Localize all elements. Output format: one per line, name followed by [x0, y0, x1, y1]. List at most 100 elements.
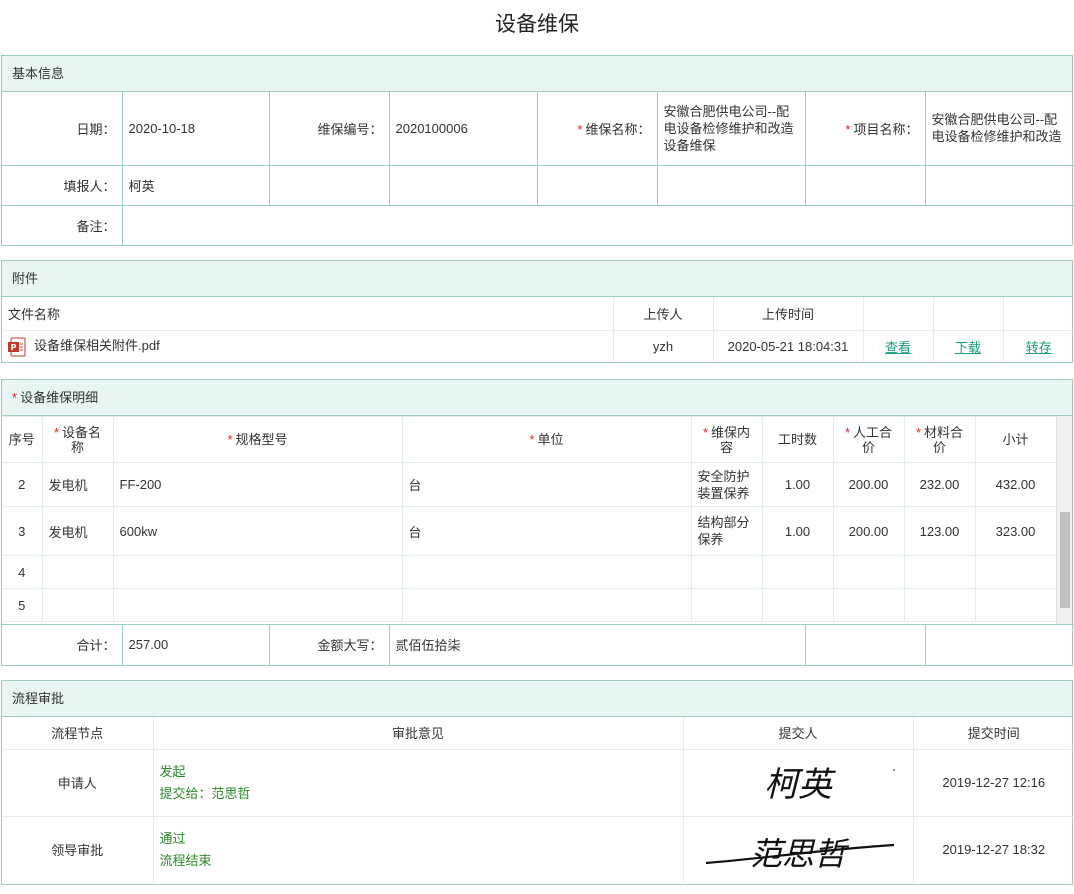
- details-header: 设备维保明细: [20, 390, 99, 405]
- attachment-file-name: 设备维保相关附件.pdf: [34, 338, 160, 354]
- col-submit-time: 提交时间: [912, 717, 1074, 750]
- signature-text: 柯英: [764, 765, 836, 805]
- table-row: 4: [2, 555, 1057, 589]
- details-table: 序号 * 设备名称 * 规格型号 * 单位 * 维保内容 工时数 * 人工合价 * 材料合价…: [2, 416, 1057, 622]
- pdf-file-icon: P: [8, 337, 26, 357]
- details-panel: * 设备维保明细 序号 * 设备名称 * 规格型号 * 单位 * 维保内容 工时数 * 人工…: [1, 379, 1074, 666]
- flow-header: 流程审批: [2, 681, 1072, 717]
- flow-opinion-line1: 通过: [159, 830, 186, 846]
- required-mark: *: [577, 121, 583, 137]
- row-content: 结构部分保养: [690, 506, 763, 556]
- col-file-name: 文件名称: [2, 297, 614, 331]
- required-mark: *: [845, 121, 851, 137]
- row-material: 123.00: [903, 506, 976, 556]
- date-label: 日期：: [2, 92, 123, 166]
- col-node: 流程节点: [2, 717, 154, 750]
- flow-opinion-line2: 提交给：范思哲: [159, 785, 251, 801]
- flow-submit-time: 2019-12-27 12:16: [912, 749, 1074, 817]
- amount-label: 金额大写：: [268, 624, 390, 665]
- row-no: 5: [2, 588, 43, 622]
- details-header-row: 序号 * 设备名称 * 规格型号 * 单位 * 维保内容 工时数 * 人工合价 * 材料合价…: [2, 416, 1057, 463]
- row-no: 4: [2, 555, 43, 589]
- col-submitter: 提交人: [682, 717, 914, 750]
- row-unit: 台: [401, 462, 692, 507]
- flow-table: 流程节点 审批意见 提交人 提交时间 申请人 发起 提交给：范思哲 柯英 201…: [2, 717, 1074, 883]
- row-unit: 台: [401, 506, 692, 556]
- flow-panel: 流程审批 流程节点 审批意见 提交人 提交时间 申请人 发起 提交给：范思哲 柯…: [1, 680, 1074, 885]
- row-hours: 1.00: [761, 506, 834, 556]
- col-model: 规格型号: [235, 432, 288, 447]
- flow-header-row: 流程节点 审批意见 提交人 提交时间: [2, 717, 1074, 750]
- row-material: 232.00: [903, 462, 976, 507]
- col-unit: 单位: [537, 432, 564, 447]
- row-model: FF-200: [112, 462, 403, 507]
- col-labor: 人工合价: [853, 424, 893, 455]
- svg-text:P: P: [11, 343, 17, 352]
- row-content: 安全防护装置保养: [690, 462, 763, 507]
- row-device: 发电机: [41, 506, 114, 556]
- row-hours: 1.00: [761, 462, 834, 507]
- required-mark: *: [12, 390, 18, 405]
- table-row: 5: [2, 588, 1057, 622]
- flow-opinion-line2: 流程结束: [159, 852, 212, 868]
- table-row: 3 发电机 600kw 台 结构部分保养 1.00 200.00 123.00 …: [2, 506, 1057, 556]
- maintenance-name-label: 维保名称：: [585, 121, 651, 137]
- total-value: 257.00: [121, 624, 270, 665]
- details-scrollbar[interactable]: [1056, 416, 1072, 624]
- scrollbar-thumb[interactable]: [1060, 512, 1070, 608]
- col-no: 序号: [2, 416, 43, 463]
- flow-row: 领导审批 通过 流程结束 范思哲 2019-12-27 18:32: [2, 816, 1074, 883]
- basic-info-header: 基本信息: [2, 56, 1072, 92]
- attachments-header: 附件: [2, 261, 1072, 297]
- col-subtotal: 小计: [974, 416, 1057, 463]
- basic-info-table: 日期： 2020-10-18 维保编号： 2020100006 * 维保名称： 安…: [2, 92, 1074, 245]
- date-value: 2020-10-18: [121, 92, 270, 166]
- attachments-table: 文件名称 上传人 上传时间 P 设备维保相关附件.pdf yzh 2020-05…: [2, 297, 1074, 362]
- reporter-value: 柯英: [121, 165, 270, 206]
- transfer-link[interactable]: 转存: [1026, 340, 1052, 355]
- signature-image: 范思哲: [705, 835, 895, 873]
- col-content: 维保内容: [711, 424, 751, 455]
- code-label: 维保编号：: [268, 92, 390, 166]
- row-labor: 200.00: [832, 462, 905, 507]
- remark-value: [121, 205, 1074, 245]
- col-opinion: 审批意见: [152, 717, 684, 750]
- flow-node: 领导审批: [2, 816, 154, 883]
- col-upload-time: 上传时间: [713, 297, 864, 331]
- remark-label: 备注：: [2, 205, 123, 245]
- row-no: 2: [2, 462, 43, 507]
- project-name-value: 安徽合肥供电公司--配电设备检修维护和改造: [924, 92, 1074, 166]
- attachment-upload-time: 2020-05-21 18:04:31: [713, 330, 864, 362]
- row-no: 3: [2, 506, 43, 556]
- attachment-uploader: yzh: [613, 330, 714, 362]
- total-label: 合计：: [2, 624, 123, 665]
- row-subtotal: 432.00: [974, 462, 1057, 507]
- col-material: 材料合价: [924, 424, 964, 455]
- col-hours: 工时数: [761, 416, 834, 463]
- col-device: 设备名称: [62, 424, 102, 455]
- flow-row: 申请人 发起 提交给：范思哲 柯英 2019-12-27 12:16: [2, 749, 1074, 817]
- attachment-row: P 设备维保相关附件.pdf yzh 2020-05-21 18:04:31 查…: [2, 330, 1074, 362]
- details-total-table: 合计： 257.00 金额大写： 贰佰伍拾柒: [2, 624, 1074, 665]
- flow-submit-time: 2019-12-27 18:32: [912, 816, 1074, 883]
- details-scroll-area[interactable]: 序号 * 设备名称 * 规格型号 * 单位 * 维保内容 工时数 * 人工合价 * 材料合价…: [2, 416, 1072, 624]
- table-row: 2 发电机 FF-200 台 安全防护装置保养 1.00 200.00 232.…: [2, 462, 1057, 507]
- row-device: 发电机: [41, 462, 114, 507]
- code-value: 2020100006: [388, 92, 538, 166]
- maintenance-name-value: 安徽合肥供电公司--配电设备检修维护和改造设备维保: [656, 92, 806, 166]
- basic-info-panel: 基本信息 日期： 2020-10-18 维保编号： 2020100006 * 维保…: [1, 55, 1074, 246]
- view-link[interactable]: 查看: [885, 340, 911, 355]
- flow-node: 申请人: [2, 749, 154, 817]
- row-labor: 200.00: [832, 506, 905, 556]
- col-uploader: 上传人: [613, 297, 714, 331]
- page-title: 设备维保: [495, 13, 579, 36]
- flow-opinion-line1: 发起: [159, 763, 186, 779]
- row-subtotal: 323.00: [974, 506, 1057, 556]
- amount-value: 贰佰伍拾柒: [388, 624, 806, 665]
- attachments-panel: 附件 文件名称 上传人 上传时间 P 设备维保相关附件.pdf yzh 2020…: [1, 260, 1074, 363]
- row-model: 600kw: [112, 506, 403, 556]
- project-name-label: 项目名称：: [853, 121, 919, 137]
- download-link[interactable]: 下载: [955, 340, 981, 355]
- signature-image: 柯英: [764, 765, 895, 805]
- reporter-label: 填报人：: [2, 165, 123, 206]
